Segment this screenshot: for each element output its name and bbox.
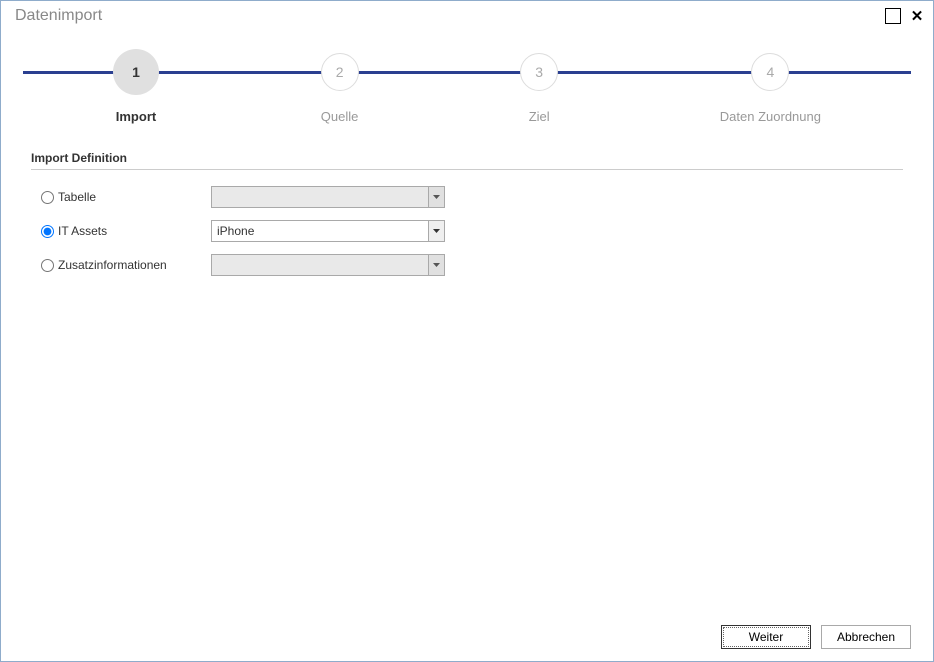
combo-it-assets-value: iPhone <box>212 221 428 241</box>
combo-zusatz-value <box>212 255 428 275</box>
step-quelle[interactable]: 2 Quelle <box>321 53 359 124</box>
maximize-icon[interactable] <box>885 8 901 24</box>
step-label: Daten Zuordnung <box>720 109 821 124</box>
chevron-down-icon[interactable] <box>428 187 444 207</box>
combo-zusatz[interactable] <box>211 254 445 276</box>
content-area: Import Definition Tabelle IT Assets iPho… <box>1 129 933 276</box>
step-number: 3 <box>520 53 558 91</box>
radio-zusatzinformationen[interactable] <box>41 259 54 272</box>
combo-tabelle[interactable] <box>211 186 445 208</box>
footer: Weiter Abbrechen <box>1 613 933 661</box>
section-title: Import Definition <box>31 151 903 170</box>
wizard-steps: 1 Import 2 Quelle 3 Ziel 4 Daten Zuordnu… <box>23 53 911 129</box>
titlebar: Datenimport ✕ <box>1 1 933 31</box>
close-icon[interactable]: ✕ <box>909 8 925 24</box>
step-number: 4 <box>751 53 789 91</box>
radio-tabelle[interactable] <box>41 191 54 204</box>
label-it-assets: IT Assets <box>58 224 107 238</box>
chevron-down-icon[interactable] <box>428 221 444 241</box>
row-tabelle: Tabelle <box>31 186 903 208</box>
cancel-button[interactable]: Abbrechen <box>821 625 911 649</box>
combo-it-assets[interactable]: iPhone <box>211 220 445 242</box>
radio-it-assets[interactable] <box>41 225 54 238</box>
row-zusatz: Zusatzinformationen <box>31 254 903 276</box>
row-it-assets: IT Assets iPhone <box>31 220 903 242</box>
step-label: Import <box>116 109 156 124</box>
label-tabelle: Tabelle <box>58 190 96 204</box>
step-number: 1 <box>113 49 159 95</box>
step-daten-zuordnung[interactable]: 4 Daten Zuordnung <box>720 53 821 124</box>
chevron-down-icon[interactable] <box>428 255 444 275</box>
step-label: Ziel <box>529 109 550 124</box>
step-ziel[interactable]: 3 Ziel <box>520 53 558 124</box>
step-import[interactable]: 1 Import <box>113 53 159 124</box>
window-controls: ✕ <box>885 8 925 24</box>
window-title: Datenimport <box>15 7 102 25</box>
combo-tabelle-value <box>212 187 428 207</box>
step-number: 2 <box>321 53 359 91</box>
step-label: Quelle <box>321 109 359 124</box>
next-button[interactable]: Weiter <box>721 625 811 649</box>
label-zusatz: Zusatzinformationen <box>58 258 167 272</box>
